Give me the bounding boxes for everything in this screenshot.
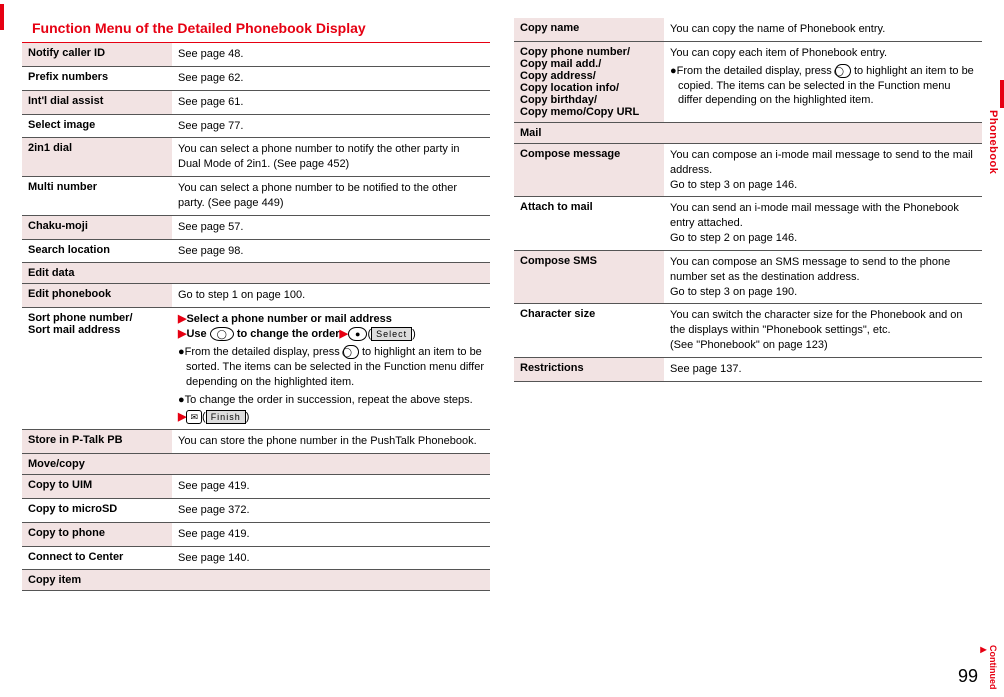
page-title: Function Menu of the Detailed Phonebook … <box>22 18 490 43</box>
section-edit-data: Edit data <box>22 263 490 284</box>
row-prefix-numbers-label: Prefix numbers <box>22 66 172 90</box>
row-2in1-desc: You can select a phone number to notify … <box>172 138 490 177</box>
row-edit-phonebook-label: Edit phonebook <box>22 284 172 308</box>
row-sort-phone-label: Sort phone number/ Sort mail address <box>22 308 172 430</box>
row-store-ptalk-label: Store in P-Talk PB <box>22 430 172 454</box>
finish-softkey-icon: Finish <box>206 410 246 424</box>
row-copy-name-label: Copy name <box>514 18 664 41</box>
nav-button-icon: ◯ <box>210 327 234 341</box>
row-compose-msg-label: Compose message <box>514 143 664 197</box>
row-char-size-label: Character size <box>514 304 664 358</box>
center-button-icon: ● <box>348 327 367 341</box>
row-2in1-label: 2in1 dial <box>22 138 172 177</box>
row-notify-caller-id-label: Notify caller ID <box>22 43 172 66</box>
row-connect-center-desc: See page 140. <box>172 546 490 570</box>
row-search-location-label: Search location <box>22 239 172 263</box>
section-move-copy: Move/copy <box>22 454 490 475</box>
row-copy-uim-label: Copy to UIM <box>22 475 172 499</box>
row-chaku-moji-label: Chaku-moji <box>22 215 172 239</box>
row-multi-number-desc: You can select a phone number to be noti… <box>172 177 490 216</box>
row-compose-msg-desc: You can compose an i-mode mail message t… <box>664 143 982 197</box>
row-attach-mail-desc: You can send an i-mode mail message with… <box>664 197 982 251</box>
nav-button-icon: ◯ <box>343 345 359 359</box>
row-select-image-label: Select image <box>22 114 172 138</box>
row-search-location-desc: See page 98. <box>172 239 490 263</box>
row-restrictions-label: Restrictions <box>514 357 664 381</box>
row-prefix-numbers-desc: See page 62. <box>172 66 490 90</box>
row-copy-microsd-label: Copy to microSD <box>22 498 172 522</box>
row-select-image-desc: See page 77. <box>172 114 490 138</box>
row-notify-caller-id-desc: See page 48. <box>172 43 490 66</box>
row-copy-phone-desc: See page 419. <box>172 522 490 546</box>
continued-indicator: Continued <box>979 645 998 690</box>
row-edit-phonebook-desc: Go to step 1 on page 100. <box>172 284 490 308</box>
row-char-size-desc: You can switch the character size for th… <box>664 304 982 358</box>
row-copy-name-desc: You can copy the name of Phonebook entry… <box>664 18 982 41</box>
row-sort-phone-desc: ▶Select a phone number or mail address ▶… <box>172 308 490 430</box>
row-copy-phone-label: Copy to phone <box>22 522 172 546</box>
row-intl-dial-desc: See page 61. <box>172 90 490 114</box>
mail-button-icon: ✉ <box>186 410 202 424</box>
row-copy-uim-desc: See page 419. <box>172 475 490 499</box>
row-copy-phone-number-label: Copy phone number/ Copy mail add./ Copy … <box>514 41 664 122</box>
row-copy-microsd-desc: See page 372. <box>172 498 490 522</box>
row-store-ptalk-desc: You can store the phone number in the Pu… <box>172 430 490 454</box>
side-tab-phonebook: Phonebook <box>987 110 999 174</box>
row-connect-center-label: Connect to Center <box>22 546 172 570</box>
row-compose-sms-label: Compose SMS <box>514 250 664 304</box>
row-attach-mail-label: Attach to mail <box>514 197 664 251</box>
section-mail: Mail <box>514 122 982 143</box>
page-number: 99 <box>958 666 978 687</box>
row-intl-dial-label: Int'l dial assist <box>22 90 172 114</box>
row-compose-sms-desc: You can compose an SMS message to send t… <box>664 250 982 304</box>
row-copy-phone-number-desc: You can copy each item of Phonebook entr… <box>664 41 982 122</box>
section-copy-item: Copy item <box>22 570 490 591</box>
row-chaku-moji-desc: See page 57. <box>172 215 490 239</box>
row-multi-number-label: Multi number <box>22 177 172 216</box>
nav-button-icon: ◯ <box>835 64 851 78</box>
row-restrictions-desc: See page 137. <box>664 357 982 381</box>
select-softkey-icon: Select <box>371 327 412 341</box>
